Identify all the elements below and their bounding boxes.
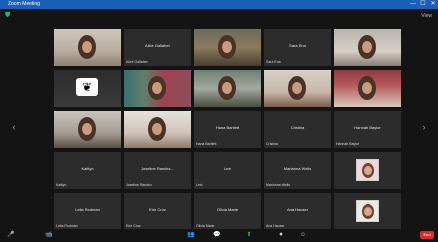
participant-tile[interactable]: Erin Cruz Erin Cruz xyxy=(124,193,191,230)
participant-name-label: Marianna Wells xyxy=(266,183,291,187)
participant-tile[interactable] xyxy=(334,152,401,189)
participant-tile[interactable]: ❦ xyxy=(54,70,121,107)
participant-video-person xyxy=(148,117,166,141)
participant-video-person xyxy=(78,35,96,59)
meeting-controls-bar: 🎤 📹 👥 💬 ⬆ ⏺ ☺ End xyxy=(0,229,438,242)
participant-center-name: Cristina xyxy=(290,125,305,130)
participant-tile[interactable] xyxy=(54,111,121,148)
end-meeting-button[interactable]: End xyxy=(420,231,434,239)
participant-center-name: Kaitlyn xyxy=(81,166,94,171)
participant-tile[interactable] xyxy=(124,111,191,148)
share-screen-button[interactable]: ⬆ xyxy=(244,231,254,240)
participant-tile[interactable]: Cristina Cristina xyxy=(264,111,331,148)
participant-video-person xyxy=(358,76,376,100)
participant-name-label: Joseline Randez xyxy=(126,183,152,187)
participant-center-name: Lexi xyxy=(223,166,232,171)
participant-tile[interactable] xyxy=(334,70,401,107)
meeting-topbar: ⛊ View xyxy=(0,9,438,23)
participant-tile[interactable] xyxy=(194,70,261,107)
participant-name-label: Sara Ena xyxy=(266,60,281,64)
participant-tile[interactable]: Ana Hauser Ana Hauser xyxy=(264,193,331,230)
view-button[interactable]: View xyxy=(414,12,432,20)
participant-tile[interactable]: Joseline Randez... Joseline Randez xyxy=(124,152,191,189)
participant-tile[interactable] xyxy=(124,70,191,107)
prev-page-arrow-icon[interactable]: ‹ xyxy=(10,121,18,133)
participant-center-name: Joseline Randez... xyxy=(141,166,174,171)
participant-center-name: Olivia Marie xyxy=(216,207,239,212)
next-page-arrow-icon[interactable]: › xyxy=(420,121,428,133)
participant-video-person xyxy=(358,35,376,59)
participant-name-label: Hana Bartlett xyxy=(196,142,217,146)
maximize-button[interactable]: ☐ xyxy=(418,0,428,9)
zoom-window: Zoom Meeting — ☐ ✕ ⛊ View ‹ › Alice Gall… xyxy=(0,0,438,242)
participant-video-person xyxy=(218,76,236,100)
participant-tile[interactable]: Hannah Baylor Hannah Baylor xyxy=(334,111,401,148)
reactions-button[interactable]: ☺ xyxy=(298,231,308,240)
profile-logo-icon: ❦ xyxy=(76,78,98,96)
participant-name-label: Kaitlyn xyxy=(56,183,67,187)
participant-center-name: Sara Ena xyxy=(289,43,306,48)
participant-center-name: Alice Gallaher xyxy=(145,43,170,48)
participant-video-person xyxy=(148,76,166,100)
minimize-button[interactable]: — xyxy=(408,0,418,9)
video-button[interactable]: 📹 xyxy=(44,231,54,240)
participant-tile[interactable]: Olivia Marie Olivia Marie xyxy=(194,193,261,230)
participant-tile[interactable] xyxy=(264,70,331,107)
participant-tile[interactable]: Sara Ena Sara Ena xyxy=(264,29,331,66)
close-button[interactable]: ✕ xyxy=(428,0,438,9)
participant-tile[interactable] xyxy=(334,29,401,66)
participant-tile[interactable]: Lexi Lexi xyxy=(194,152,261,189)
participant-center-name: Erin Cruz xyxy=(149,207,166,212)
participant-video-person xyxy=(78,117,96,141)
participant-video-person xyxy=(288,76,306,100)
participant-center-name: Marianna Wells xyxy=(283,166,312,171)
participant-tile[interactable]: Alice Gallaher Alice Gallaher xyxy=(124,29,191,66)
participant-tile[interactable] xyxy=(54,29,121,66)
mute-button[interactable]: 🎤 xyxy=(6,231,16,240)
participant-name-label: Alice Gallaher xyxy=(126,60,148,64)
participant-name-label: Lexi xyxy=(196,183,203,187)
participant-name-label: Hannah Baylor xyxy=(336,142,360,146)
participant-tile[interactable]: Kaitlyn Kaitlyn xyxy=(54,152,121,189)
participant-tile[interactable]: Leila Rodman Leila Rodman xyxy=(54,193,121,230)
participant-tile[interactable]: Hana Bartlett Hana Bartlett xyxy=(194,111,261,148)
participant-name-label: Cristina xyxy=(266,142,278,146)
title-bar: Zoom Meeting — ☐ ✕ xyxy=(0,0,438,9)
shield-check-icon[interactable]: ⛊ xyxy=(5,12,12,20)
participant-center-name: Leila Rodman xyxy=(75,207,100,212)
participant-center-name: Hannah Baylor xyxy=(354,125,381,130)
profile-picture xyxy=(356,159,379,181)
chat-button[interactable]: 💬 xyxy=(212,231,222,240)
participant-tile[interactable]: Marianna Wells Marianna Wells xyxy=(264,152,331,189)
participant-tile[interactable] xyxy=(334,193,401,230)
participant-video-person xyxy=(218,35,236,59)
participant-tile[interactable] xyxy=(194,29,261,66)
participant-center-name: Ana Hauser xyxy=(286,207,309,212)
record-button[interactable]: ⏺ xyxy=(276,231,286,240)
gallery-grid: Alice Gallaher Alice Gallaher Sara Ena Sara… xyxy=(54,29,402,230)
window-title: Zoom Meeting xyxy=(8,1,40,7)
profile-picture xyxy=(356,200,379,222)
participant-center-name: Hana Bartlett xyxy=(215,125,240,130)
participants-button[interactable]: 👥 xyxy=(186,231,196,240)
